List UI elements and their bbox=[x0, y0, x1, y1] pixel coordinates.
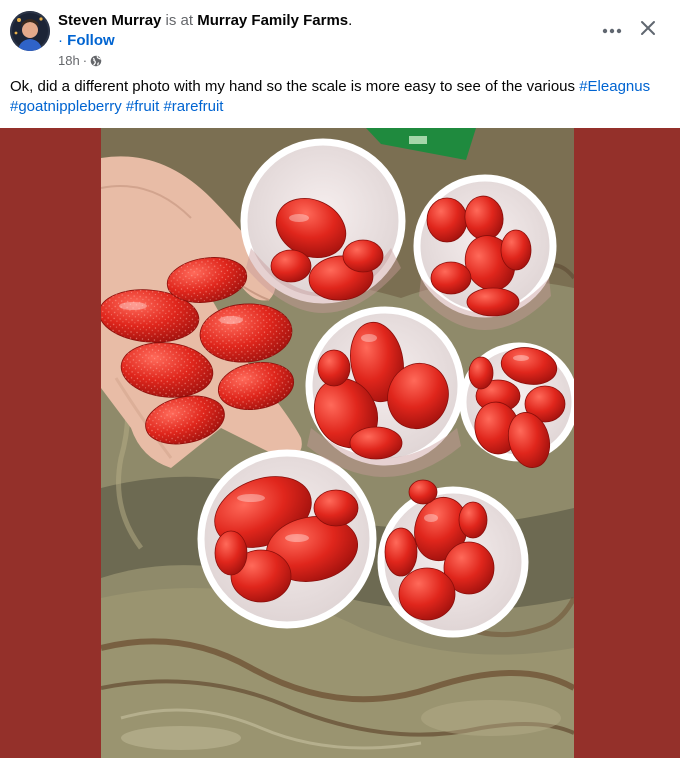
post-photo[interactable] bbox=[101, 128, 574, 758]
place-name[interactable]: Murray Family Farms bbox=[197, 12, 348, 29]
globe-icon[interactable] bbox=[90, 55, 102, 67]
post-timestamp[interactable]: 18h bbox=[58, 53, 80, 69]
more-options-icon bbox=[602, 21, 622, 39]
close-icon bbox=[640, 20, 656, 41]
meta-separator: · bbox=[82, 53, 88, 68]
post-caption: Ok, did a different photo with my hand s… bbox=[10, 77, 670, 117]
avatar[interactable] bbox=[10, 11, 50, 51]
author-name[interactable]: Steven Murray bbox=[58, 12, 161, 29]
post-media[interactable] bbox=[0, 128, 680, 758]
author-line: Steven Murray is at Murray Family Farms. bbox=[58, 12, 352, 30]
follow-line: · Follow bbox=[58, 32, 115, 50]
follow-separator: · bbox=[58, 32, 63, 49]
follow-button[interactable]: Follow bbox=[67, 32, 115, 49]
author-period: . bbox=[348, 12, 353, 29]
hashtag-goatnippleberry[interactable]: #goatnippleberry bbox=[10, 98, 122, 115]
hashtag-rarefruit[interactable]: #rarefruit bbox=[163, 98, 223, 115]
author-connector: is at bbox=[165, 12, 194, 29]
post-header: Steven Murray is at Murray Family Farms.… bbox=[0, 0, 680, 75]
hashtag-fruit[interactable]: #fruit bbox=[126, 98, 159, 115]
hashtag-eleagnus[interactable]: #Eleagnus bbox=[579, 78, 650, 95]
post-card: Steven Murray is at Murray Family Farms.… bbox=[0, 0, 680, 758]
more-options-button[interactable] bbox=[598, 16, 626, 44]
caption-text: Ok, did a different photo with my hand s… bbox=[10, 78, 580, 95]
close-button[interactable] bbox=[634, 16, 662, 44]
post-meta: 18h · bbox=[58, 53, 102, 69]
